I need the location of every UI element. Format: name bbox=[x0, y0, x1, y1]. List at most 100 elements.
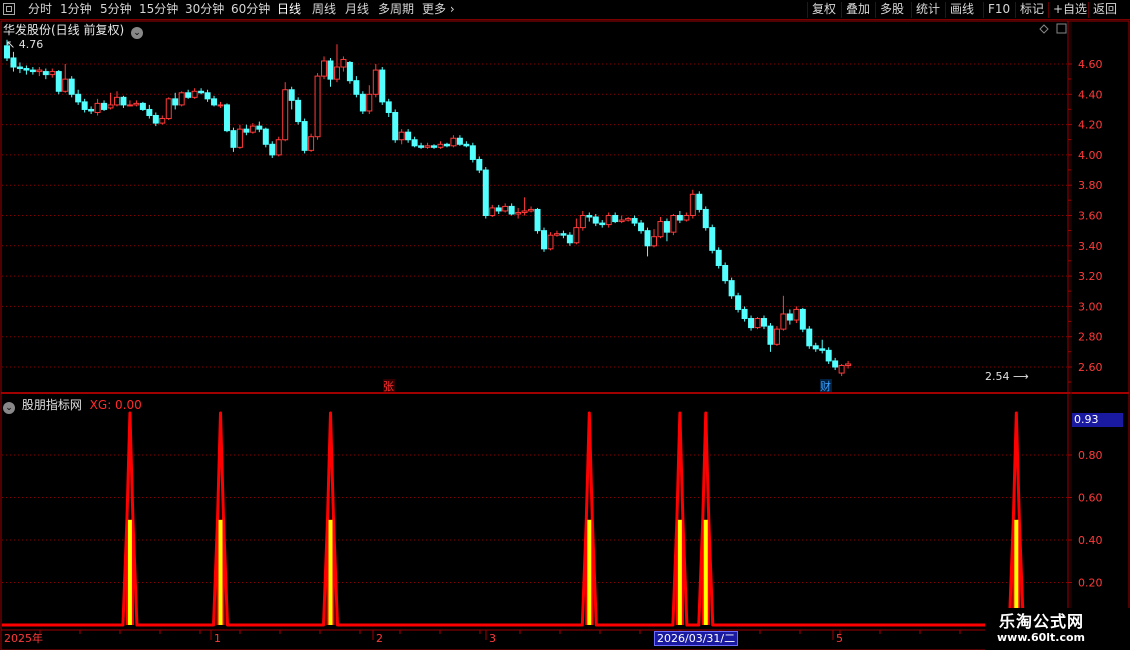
candle-body-up bbox=[573, 227, 580, 244]
candle-body-up bbox=[217, 104, 224, 107]
candle-body-up bbox=[314, 75, 321, 138]
candle-body-down bbox=[767, 325, 774, 345]
indicator-tick-label: 0.40 bbox=[1078, 534, 1103, 547]
arrow-right-icon: ⟶ bbox=[1013, 370, 1029, 383]
candle-body-down bbox=[88, 108, 95, 112]
price-tick-label: 4.60 bbox=[1078, 58, 1103, 71]
candle-body-down bbox=[443, 143, 450, 147]
candle-body-down bbox=[612, 215, 619, 223]
candle-body-down bbox=[799, 308, 806, 330]
candle-body-down bbox=[592, 216, 599, 224]
candle-body-up bbox=[282, 89, 289, 141]
candle-body-up bbox=[275, 139, 282, 156]
candle-body-up bbox=[515, 211, 522, 215]
candle-body-down bbox=[295, 99, 302, 123]
candle-body-down bbox=[256, 125, 263, 130]
candle-body-down bbox=[586, 215, 593, 218]
candle-body-up bbox=[553, 233, 560, 236]
candle-body-down bbox=[198, 90, 205, 94]
candle-body-down bbox=[676, 215, 683, 221]
candle-body-up bbox=[625, 218, 632, 221]
candle-body-down bbox=[243, 128, 250, 133]
candle-body-down bbox=[748, 318, 755, 329]
candle-body-up bbox=[838, 364, 845, 374]
candle-body-up bbox=[579, 215, 586, 229]
date-tick-label: 3 bbox=[489, 632, 496, 645]
xg-bar bbox=[587, 519, 592, 625]
candle-body-up bbox=[249, 125, 256, 133]
xg-bar bbox=[127, 519, 132, 625]
xg-bar bbox=[677, 519, 682, 625]
chevron-down-icon[interactable]: ⌄ bbox=[3, 402, 15, 414]
candle-body-up bbox=[521, 210, 528, 213]
candle-body-down bbox=[379, 69, 386, 103]
candle-body-up bbox=[605, 215, 612, 226]
candle-body-down bbox=[806, 328, 813, 347]
candle-body-up bbox=[113, 96, 120, 106]
candle-body-down bbox=[146, 108, 153, 117]
candle-body-down bbox=[482, 169, 489, 217]
diamond-icon[interactable] bbox=[1039, 24, 1049, 34]
candle-body-down bbox=[81, 101, 88, 110]
chart-canvas[interactable]: 4.60 4.40 4.20 4.00 3.80 3.60 3.40 3.20 3.00 2.80… bbox=[0, 0, 1130, 650]
candle-body-up bbox=[424, 145, 431, 148]
stock-title: 华发股份(日线 前复权) ⌄ bbox=[3, 21, 144, 39]
price-tick-label: 3.60 bbox=[1078, 210, 1103, 223]
candle-body-down bbox=[534, 208, 541, 232]
box-icon[interactable] bbox=[1056, 23, 1067, 34]
candle-body-down bbox=[508, 205, 515, 215]
candle-body-up bbox=[321, 60, 328, 77]
candle-body-down bbox=[696, 193, 703, 210]
price-tick-label: 2.80 bbox=[1078, 331, 1103, 344]
candle-body-down bbox=[631, 218, 638, 224]
candle-body-down bbox=[353, 80, 360, 95]
candle-body-down bbox=[262, 128, 269, 145]
candle-body-down bbox=[735, 295, 742, 310]
candle-body-down bbox=[541, 230, 548, 250]
candle-body-up bbox=[689, 193, 696, 216]
candle-body-down bbox=[663, 221, 670, 233]
candle-body-down bbox=[346, 61, 353, 82]
indicator-current-value: 0.93 bbox=[1072, 413, 1123, 427]
candle-body-down bbox=[463, 143, 470, 147]
candle-body-up bbox=[618, 219, 625, 223]
indicator-tick-label: 0.60 bbox=[1078, 492, 1103, 505]
price-tick-label: 4.40 bbox=[1078, 88, 1103, 101]
candle-body-up bbox=[178, 92, 185, 106]
price-tick-label: 4.20 bbox=[1078, 119, 1103, 132]
xg-bar bbox=[328, 519, 333, 625]
candle-body-down bbox=[599, 222, 606, 226]
candle-body-down bbox=[476, 158, 483, 171]
candle-body-down bbox=[456, 137, 463, 145]
candle-body-up bbox=[489, 207, 496, 217]
candle-body-down bbox=[152, 115, 159, 124]
candle-body-up bbox=[366, 93, 373, 112]
indicator-tick-label: 0.20 bbox=[1078, 577, 1103, 590]
candle-body-down bbox=[709, 227, 716, 251]
candle-body-up bbox=[340, 58, 347, 68]
price-tick-label: 3.40 bbox=[1078, 240, 1103, 253]
candle-body-up bbox=[547, 234, 554, 250]
candle-body-up bbox=[36, 69, 43, 73]
chevron-down-icon[interactable]: ⌄ bbox=[131, 27, 144, 39]
event-marker[interactable]: 张 bbox=[383, 380, 394, 393]
candle-body-up bbox=[62, 78, 69, 92]
xg-bar bbox=[703, 519, 708, 625]
candle-body-down bbox=[560, 233, 567, 236]
candle-body-up bbox=[165, 98, 172, 120]
indicator-name: 股朋指标网 bbox=[21, 398, 82, 412]
candle-body-down bbox=[812, 345, 819, 350]
candle-body-up bbox=[670, 215, 677, 233]
candle-body-up bbox=[133, 102, 140, 106]
candle-body-up bbox=[107, 104, 114, 109]
candle-body-up bbox=[528, 208, 535, 212]
candle-body-up bbox=[333, 66, 340, 80]
date-cursor: 2026/03/31/二 bbox=[654, 631, 739, 646]
price-tick-label: 2.60 bbox=[1078, 361, 1103, 374]
arrow-left-icon: ↖ bbox=[6, 38, 16, 51]
xg-signal-line bbox=[2, 411, 1025, 627]
event-marker[interactable]: 财 bbox=[820, 379, 831, 393]
candle-body-up bbox=[502, 205, 509, 212]
price-tick-label: 3.00 bbox=[1078, 300, 1103, 313]
candle-body-up bbox=[398, 131, 405, 141]
